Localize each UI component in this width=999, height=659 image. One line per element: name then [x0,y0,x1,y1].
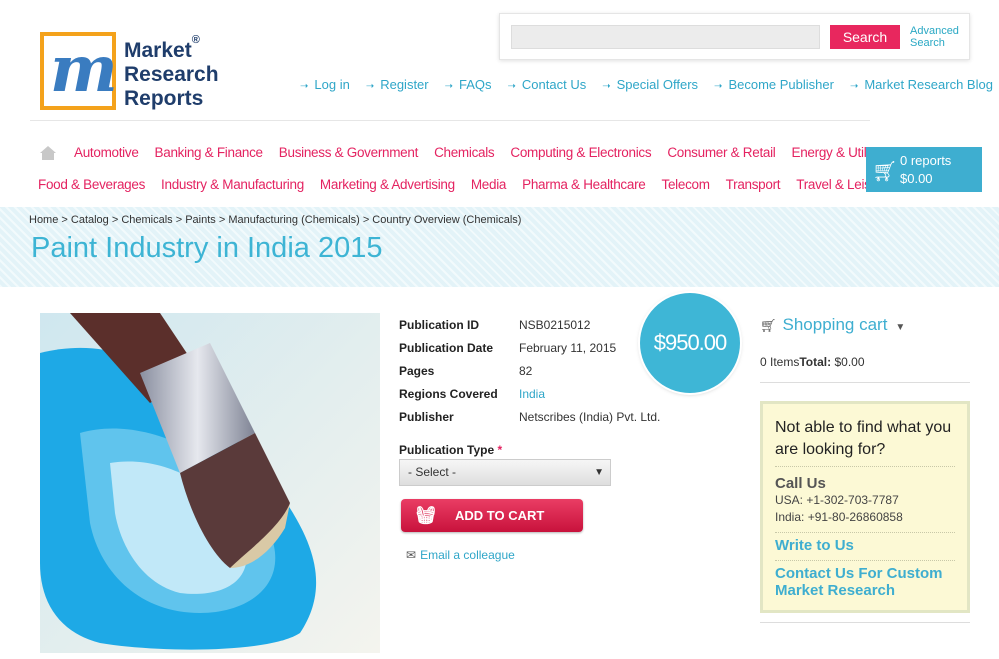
call-us-heading: Call Us [775,475,826,492]
category-link[interactable]: Telecom [662,177,710,192]
custom-research-link[interactable]: Contact Us For Custom Market Research [775,560,955,599]
category-link[interactable]: Industry & Manufacturing [161,177,304,192]
detail-row: Publisher Netscribes (India) Pvt. Ltd. [399,409,661,424]
home-icon[interactable] [39,145,57,161]
category-link[interactable]: Business & Government [279,145,419,160]
nav-contact[interactable]: ➝ Contact Us [508,77,587,92]
category-link[interactable]: Pharma & Healthcare [522,177,646,192]
top-nav: ➝ Log in ➝ Register ➝ FAQs ➝ Contact Us ➝ Spe… [300,77,993,92]
breadcrumb[interactable]: Home > Catalog > Chemicals > Paints > Ma… [29,214,521,226]
header-divider [30,120,870,121]
advanced-search-link[interactable]: Advanced Search [910,25,959,49]
category-link[interactable]: Transport [726,177,781,192]
detail-row: Pages 82 [399,363,533,378]
arrow-icon: ➝ [300,81,309,92]
page-title: Paint Industry in India 2015 [31,232,383,264]
envelope-icon: ✉ [406,548,417,562]
arrow-icon: ➝ [507,81,516,92]
arrow-icon: ➝ [602,81,611,92]
category-row-1: Automotive Banking & Finance Business & … [74,145,905,160]
basket-icon: 🧺︎ [415,506,437,525]
help-heading: Not able to find what you are looking fo… [775,417,955,467]
search-panel: Search Advanced Search [499,13,970,60]
nav-faqs[interactable]: ➝ FAQs [445,77,492,92]
category-link[interactable]: Chemicals [434,145,495,160]
arrow-icon: ➝ [714,81,723,92]
cart-total: $0.00 [900,171,933,186]
search-input[interactable] [511,25,820,49]
arrow-icon: ➝ [444,81,454,92]
category-link[interactable]: Automotive [74,145,139,160]
cart-summary: 0 ItemsTotal: $0.00 [760,355,865,369]
nav-special-offers[interactable]: ➝ Special Offers [602,77,698,92]
phone-usa: USA: +1-302-703-7787 [775,493,899,507]
email-colleague-link[interactable]: ✉ Email a colleague [406,548,515,562]
chevron-down-icon: ▼ [594,467,604,478]
detail-row: Regions Covered India [399,386,546,401]
phone-india: India: +91-80-26860858 [775,510,903,524]
cart-icon: 🛒︎ [872,161,898,183]
sidebar-divider [760,622,970,623]
publication-type-label: Publication Type * [399,443,503,457]
chevron-down-icon: ▼ [895,322,906,333]
region-link[interactable]: India [519,387,545,401]
category-link[interactable]: Computing & Electronics [510,145,651,160]
detail-row: Publication Date February 11, 2015 [399,340,617,355]
nav-blog[interactable]: ➝ Market Research Blog [850,77,993,92]
nav-become-publisher[interactable]: ➝ Become Publisher [714,77,834,92]
category-link[interactable]: Food & Beverages [38,177,145,192]
write-to-us-link[interactable]: Write to Us [775,532,955,554]
cart-icon: 🛒︎ [760,318,777,333]
sidebar-divider [760,382,970,383]
arrow-icon: ➝ [365,81,375,92]
search-button[interactable]: Search [830,25,900,49]
add-to-cart-button[interactable]: 🧺︎ ADD TO CART [401,499,583,532]
logo-text: Market® Research Reports [124,34,219,110]
publication-type-select[interactable]: - Select - ▼ [399,459,611,486]
product-image [40,313,380,653]
shopping-cart-title[interactable]: 🛒︎ Shopping cart ▼ [760,315,905,335]
category-link[interactable]: Banking & Finance [155,145,264,160]
arrow-icon: ➝ [849,81,859,92]
nav-login[interactable]: ➝ Log in [300,77,350,92]
category-link[interactable]: Media [471,177,507,192]
help-box: Not able to find what you are looking fo… [760,401,970,613]
product-details: Publication ID NSB0215012 Publication Dat… [399,313,660,428]
cart-report-count: 0 reports [900,153,952,168]
logo-mark: m [40,32,118,110]
header-cart-button[interactable]: 🛒︎ 0 reports $0.00 [866,147,982,192]
detail-row: Publication ID NSB0215012 [399,317,591,332]
site-logo[interactable]: m Market® Research Reports [40,32,219,112]
nav-register[interactable]: ➝ Register [366,77,429,92]
category-link[interactable]: Marketing & Advertising [320,177,455,192]
category-row-2: Food & Beverages Industry & Manufacturin… [38,177,905,192]
category-link[interactable]: Consumer & Retail [667,145,776,160]
